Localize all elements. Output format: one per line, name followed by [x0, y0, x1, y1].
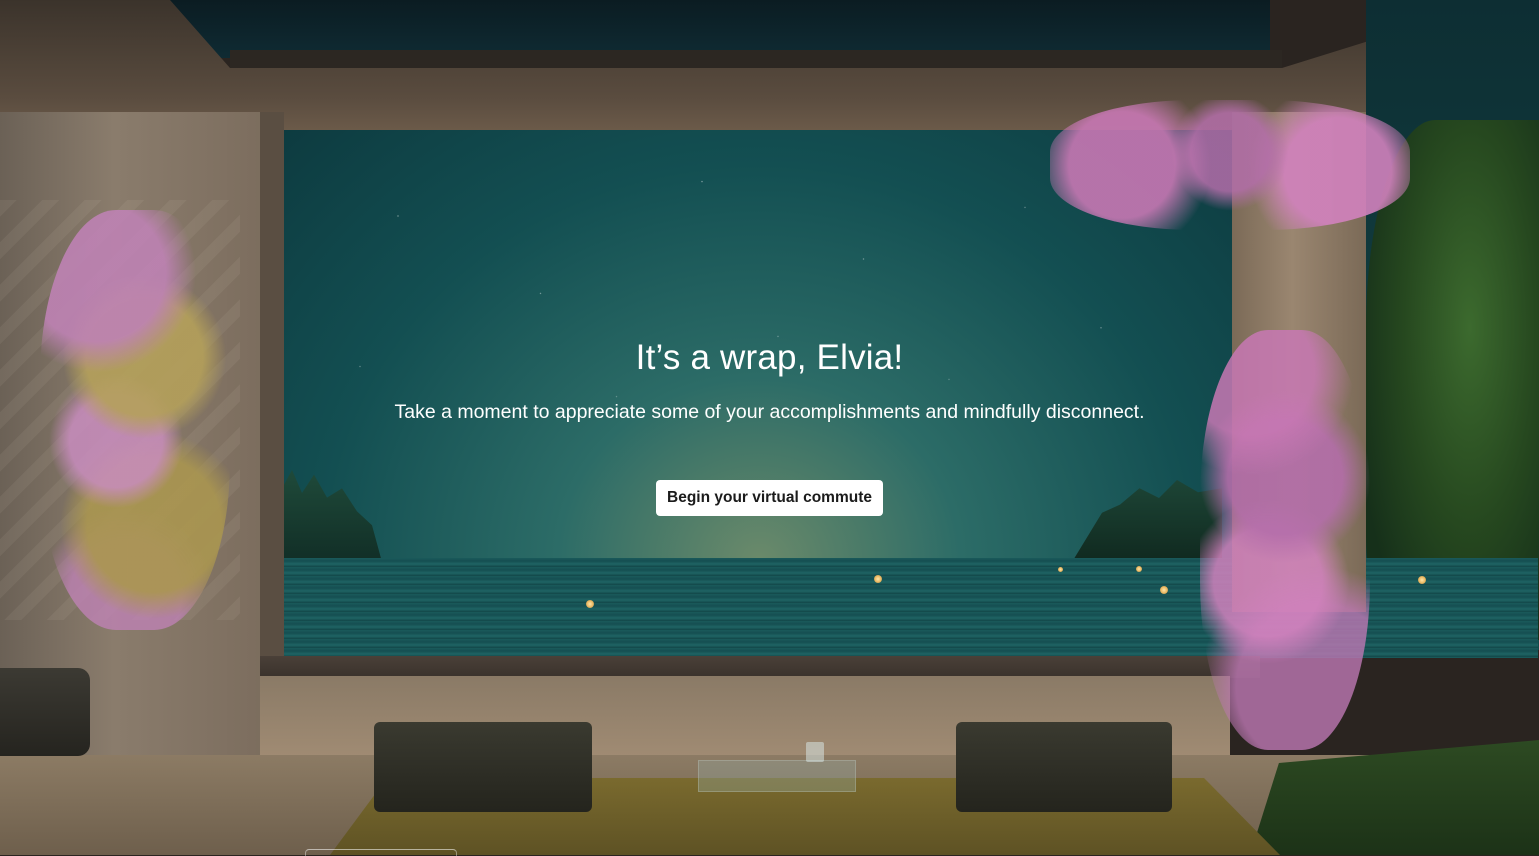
- floating-lantern: [874, 575, 882, 583]
- flowers-top: [1050, 100, 1410, 230]
- begin-virtual-commute-button[interactable]: Begin your virtual commute: [656, 480, 883, 516]
- ottoman-right: [956, 722, 1172, 812]
- greeting-title: It’s a wrap, Elvia!: [635, 338, 904, 377]
- ottoman-left: [374, 722, 592, 812]
- left-pillar-edge: [260, 112, 284, 672]
- coffee-table: [698, 760, 856, 792]
- floating-lantern: [1418, 576, 1426, 584]
- window-ledge: [260, 656, 1260, 678]
- floating-lantern: [1160, 586, 1168, 594]
- background-scene: [0, 0, 1539, 855]
- glass-cup: [806, 742, 824, 762]
- floating-lantern: [1058, 567, 1063, 572]
- side-stool: [0, 668, 90, 756]
- floating-lantern: [1136, 566, 1142, 572]
- flowers-right: [1200, 330, 1370, 750]
- floating-lantern: [586, 600, 594, 608]
- roof-beam: [230, 50, 1282, 68]
- greeting-subtitle: Take a moment to appreciate some of your…: [394, 401, 1145, 423]
